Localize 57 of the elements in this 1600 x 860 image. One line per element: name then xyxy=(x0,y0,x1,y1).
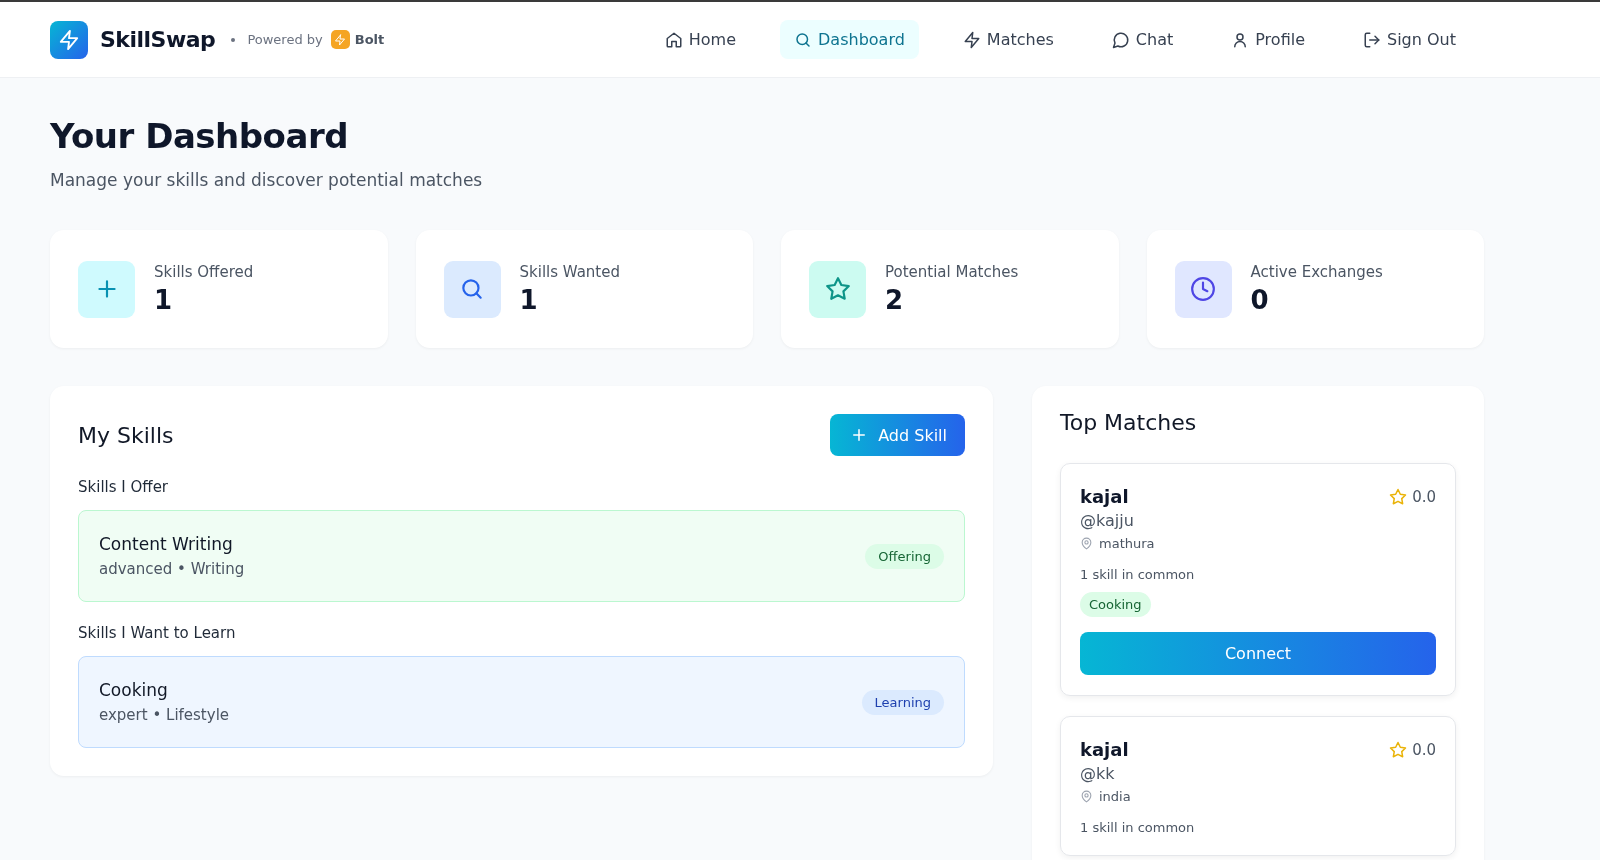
panel-title: My Skills xyxy=(78,422,174,448)
skill-name: Content Writing xyxy=(99,534,234,554)
user-handle: @kajju xyxy=(1080,511,1135,530)
separator-dot xyxy=(231,37,236,42)
lightning-bolt-icon xyxy=(962,30,981,49)
search-icon xyxy=(459,276,485,302)
stat-label: Active Exchanges xyxy=(1250,263,1383,281)
user-location: india xyxy=(1099,789,1131,804)
common-skills-text: 1 skill in common xyxy=(1080,567,1196,582)
page-title: Your Dashboard xyxy=(50,116,350,156)
clock-icon xyxy=(1190,276,1216,302)
user-location: mathura xyxy=(1099,536,1155,551)
rating-value: 0.0 xyxy=(1412,487,1436,506)
rating-value: 0.0 xyxy=(1412,740,1436,759)
app-logo-icon xyxy=(50,20,88,59)
star-icon xyxy=(1389,487,1408,506)
section-heading: Skills I Offer xyxy=(78,478,170,496)
status-badge: Offering xyxy=(865,543,944,569)
powered-by-text: Powered by xyxy=(247,32,323,47)
search-icon xyxy=(794,30,813,49)
user-name: kajal xyxy=(1080,486,1129,507)
stat-value: 1 xyxy=(519,285,539,315)
skill-details: advanced • Writing xyxy=(99,560,245,578)
nav-link[interactable]: Matches xyxy=(948,20,1068,59)
stat-value: 0 xyxy=(1250,285,1270,315)
location-pin-icon xyxy=(1080,537,1093,550)
nav-link[interactable]: Sign Out xyxy=(1349,20,1470,59)
home-icon xyxy=(664,30,683,49)
partner-logo-icon xyxy=(330,30,350,49)
star-icon xyxy=(1389,740,1408,759)
stat-value: 2 xyxy=(885,285,905,315)
page-subtitle: Manage your skills and discover potential matches xyxy=(50,170,484,190)
user-name: kajal xyxy=(1080,739,1129,760)
stat-label: Skills Wanted xyxy=(519,263,620,281)
add-skill-button[interactable]: Add Skill xyxy=(830,414,965,456)
common-skills-text: 1 skill in common xyxy=(1080,820,1196,835)
section-heading: Skills I Want to Learn xyxy=(78,624,237,642)
nav-link[interactable]: Dashboard xyxy=(780,20,919,59)
partner-name: Bolt xyxy=(354,32,385,47)
user-handle: @kk xyxy=(1080,764,1116,783)
location-pin-icon xyxy=(1080,790,1093,803)
nav-link[interactable]: Home xyxy=(650,20,751,59)
nav-link[interactable]: Profile xyxy=(1217,20,1319,59)
nav-link[interactable]: Chat xyxy=(1097,20,1188,59)
stat-label: Potential Matches xyxy=(885,263,1019,281)
stat-label: Skills Offered xyxy=(154,263,254,281)
app-name: SkillSwap xyxy=(100,27,216,52)
chat-bubble-icon xyxy=(1111,30,1130,49)
star-icon xyxy=(824,276,851,302)
skill-details: expert • Lifestyle xyxy=(99,706,230,724)
status-badge: Learning xyxy=(861,689,944,715)
skill-name: Cooking xyxy=(99,680,169,700)
skill-tag: Cooking xyxy=(1080,592,1151,617)
panel-title: Top Matches xyxy=(1060,410,1198,435)
sign-out-icon xyxy=(1363,30,1381,49)
connect-button[interactable]: Connect xyxy=(1080,632,1436,675)
stat-value: 1 xyxy=(154,285,174,315)
